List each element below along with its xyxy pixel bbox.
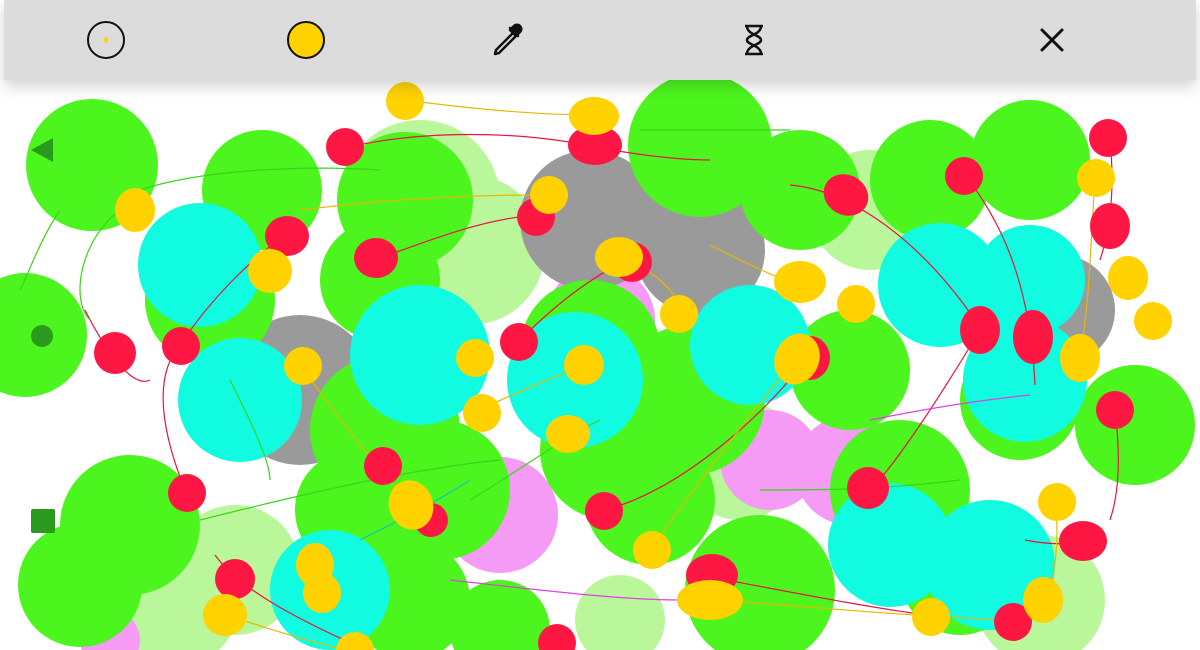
picker-tool-button[interactable] [484,18,528,62]
drawing-canvas[interactable] [0,80,1200,650]
eyedropper-icon [493,23,523,56]
hourglass-icon [745,24,763,56]
blob-scene [0,80,1195,650]
triangle-left-icon [31,138,53,162]
square-icon [31,509,55,533]
timer-tool-button[interactable] [732,18,776,62]
close-icon [1040,28,1064,52]
filled-circle-icon [287,21,325,59]
record-control[interactable] [30,324,54,352]
dot-icon [31,325,53,347]
toolbar [4,0,1196,80]
back-control[interactable] [29,136,55,168]
point-tool-button[interactable] [84,18,128,62]
close-tool-button[interactable] [1030,18,1074,62]
dot-circle-icon [87,21,125,59]
color-tool-button[interactable] [284,18,328,62]
stop-control[interactable] [30,508,56,538]
